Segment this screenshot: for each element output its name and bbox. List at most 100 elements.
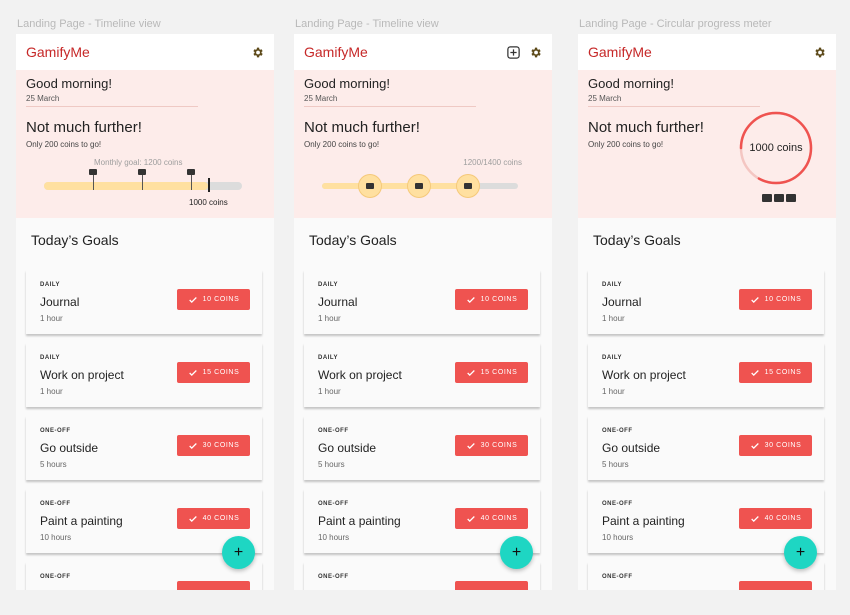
complete-goal-button[interactable]: 40 COINS [177, 508, 250, 529]
complete-goal-button[interactable]: 10 COINS [739, 289, 812, 310]
complete-goal-button[interactable]: 40 COINS [739, 508, 812, 529]
coins-label: 15 COINS [202, 369, 240, 376]
headline: Not much further! [26, 119, 142, 136]
goal-title: Work on project [602, 368, 686, 382]
goal-card[interactable]: ONE-OFF Go outside 5 hours 30 COINS [588, 416, 824, 480]
progress-track [44, 182, 242, 190]
goal-duration: 1 hour [602, 387, 625, 396]
goal-duration: 10 hours [602, 533, 634, 542]
gear-icon[interactable] [251, 46, 264, 59]
goal-card[interactable]: DAILY Journal 1 hour 10 COINS [588, 270, 824, 334]
goal-title: Journal [40, 295, 80, 309]
goal-duration: 5 hours [40, 460, 67, 469]
goal-title: Paint a painting [318, 514, 401, 528]
add-goal-fab[interactable]: + [500, 536, 533, 569]
coins-label: 40 COINS [764, 515, 802, 522]
complete-goal-button[interactable]: 30 COINS [455, 435, 528, 456]
milestone-tick [142, 173, 143, 190]
frame-label: Landing Page - Timeline view [17, 18, 161, 30]
complete-goal-button[interactable] [455, 581, 528, 590]
goal-card[interactable]: ONE-OFF [304, 562, 540, 590]
goal-card[interactable]: ONE-OFF [588, 562, 824, 590]
greeting: Good morning! [304, 76, 390, 91]
gear-icon[interactable] [813, 46, 826, 59]
treasure-chest-icon[interactable] [359, 175, 381, 197]
complete-goal-button[interactable]: 10 COINS [455, 289, 528, 310]
coins-label: 40 COINS [480, 515, 518, 522]
coins-label: 15 COINS [764, 369, 802, 376]
goal-card[interactable]: DAILY Work on project 1 hour 15 COINS [588, 343, 824, 407]
phone-frame-timeline: GamifyMe Good morning! 25 March Not much… [16, 34, 274, 590]
app-bar: GamifyMe [578, 34, 836, 70]
progress-fill [322, 183, 469, 189]
goals-heading: Today’s Goals [31, 232, 119, 248]
target-label: 1000 coins [189, 198, 228, 207]
complete-goal-button[interactable]: 15 COINS [177, 362, 250, 383]
complete-goal-button[interactable] [177, 581, 250, 590]
goal-duration: 10 hours [318, 533, 350, 542]
add-goal-fab[interactable]: + [784, 536, 817, 569]
milestone-tick [93, 173, 94, 190]
treasure-chest-icon [786, 194, 796, 202]
goal-title: Work on project [318, 368, 402, 382]
add-goal-fab[interactable]: + [222, 536, 255, 569]
goal-duration: 1 hour [318, 314, 341, 323]
goal-kind: ONE-OFF [40, 501, 71, 507]
date: 25 March [588, 94, 622, 103]
check-icon [750, 514, 760, 524]
progress-hero: Good morning! 25 March Not much further!… [16, 70, 274, 218]
phone-frame-circular: GamifyMe Good morning! 25 March Not much… [578, 34, 836, 590]
gear-icon[interactable] [529, 46, 542, 59]
coins-label: 30 COINS [764, 442, 802, 449]
goal-card[interactable]: DAILY Journal 1 hour 10 COINS [26, 270, 262, 334]
goal-card[interactable]: ONE-OFF Go outside 5 hours 30 COINS [26, 416, 262, 480]
date: 25 March [304, 94, 338, 103]
greeting: Good morning! [26, 76, 112, 91]
goal-title: Go outside [318, 441, 377, 455]
treasure-chest-icon[interactable] [457, 175, 479, 197]
complete-goal-button[interactable]: 30 COINS [177, 435, 250, 456]
monthly-goal-label: Monthly goal: 1200 coins [94, 158, 183, 167]
goal-card[interactable]: DAILY Work on project 1 hour 15 COINS [26, 343, 262, 407]
app-bar-actions [813, 46, 826, 59]
goal-card[interactable]: ONE-OFF [26, 562, 262, 590]
goal-card[interactable]: DAILY Journal 1 hour 10 COINS [304, 270, 540, 334]
app-title: GamifyMe [588, 44, 652, 60]
check-icon [466, 441, 476, 451]
goal-kind: ONE-OFF [602, 574, 633, 580]
treasure-chest-icon [187, 169, 195, 175]
goal-duration: 1 hour [40, 387, 63, 396]
goal-title: Journal [602, 295, 642, 309]
divider [588, 106, 760, 107]
complete-goal-button[interactable]: 10 COINS [177, 289, 250, 310]
complete-goal-button[interactable]: 40 COINS [455, 508, 528, 529]
complete-goal-button[interactable]: 15 COINS [739, 362, 812, 383]
progress-fill [44, 182, 209, 190]
goal-title: Paint a painting [602, 514, 685, 528]
treasure-chest-icon[interactable] [408, 175, 430, 197]
goal-kind: DAILY [318, 282, 338, 288]
divider [26, 106, 198, 107]
check-icon [466, 514, 476, 524]
check-icon [466, 368, 476, 378]
coins-label: 30 COINS [480, 442, 518, 449]
goal-card[interactable]: ONE-OFF Go outside 5 hours 30 COINS [304, 416, 540, 480]
headline: Not much further! [304, 119, 420, 136]
complete-goal-button[interactable] [739, 581, 812, 590]
progress-hero: Good morning! 25 March Not much further!… [578, 70, 836, 218]
check-icon [188, 295, 198, 305]
app-bar: GamifyMe [16, 34, 274, 70]
goal-duration: 1 hour [602, 314, 625, 323]
goals-heading: Today’s Goals [593, 232, 681, 248]
goal-card[interactable]: DAILY Work on project 1 hour 15 COINS [304, 343, 540, 407]
goal-kind: ONE-OFF [40, 574, 71, 580]
complete-goal-button[interactable]: 30 COINS [739, 435, 812, 456]
complete-goal-button[interactable]: 15 COINS [455, 362, 528, 383]
app-bar-actions [506, 45, 542, 60]
goal-kind: DAILY [602, 282, 622, 288]
treasure-chest-icon [774, 194, 784, 202]
goal-duration: 5 hours [602, 460, 629, 469]
check-icon [188, 441, 198, 451]
goal-duration: 1 hour [40, 314, 63, 323]
add-box-icon[interactable] [506, 45, 521, 60]
